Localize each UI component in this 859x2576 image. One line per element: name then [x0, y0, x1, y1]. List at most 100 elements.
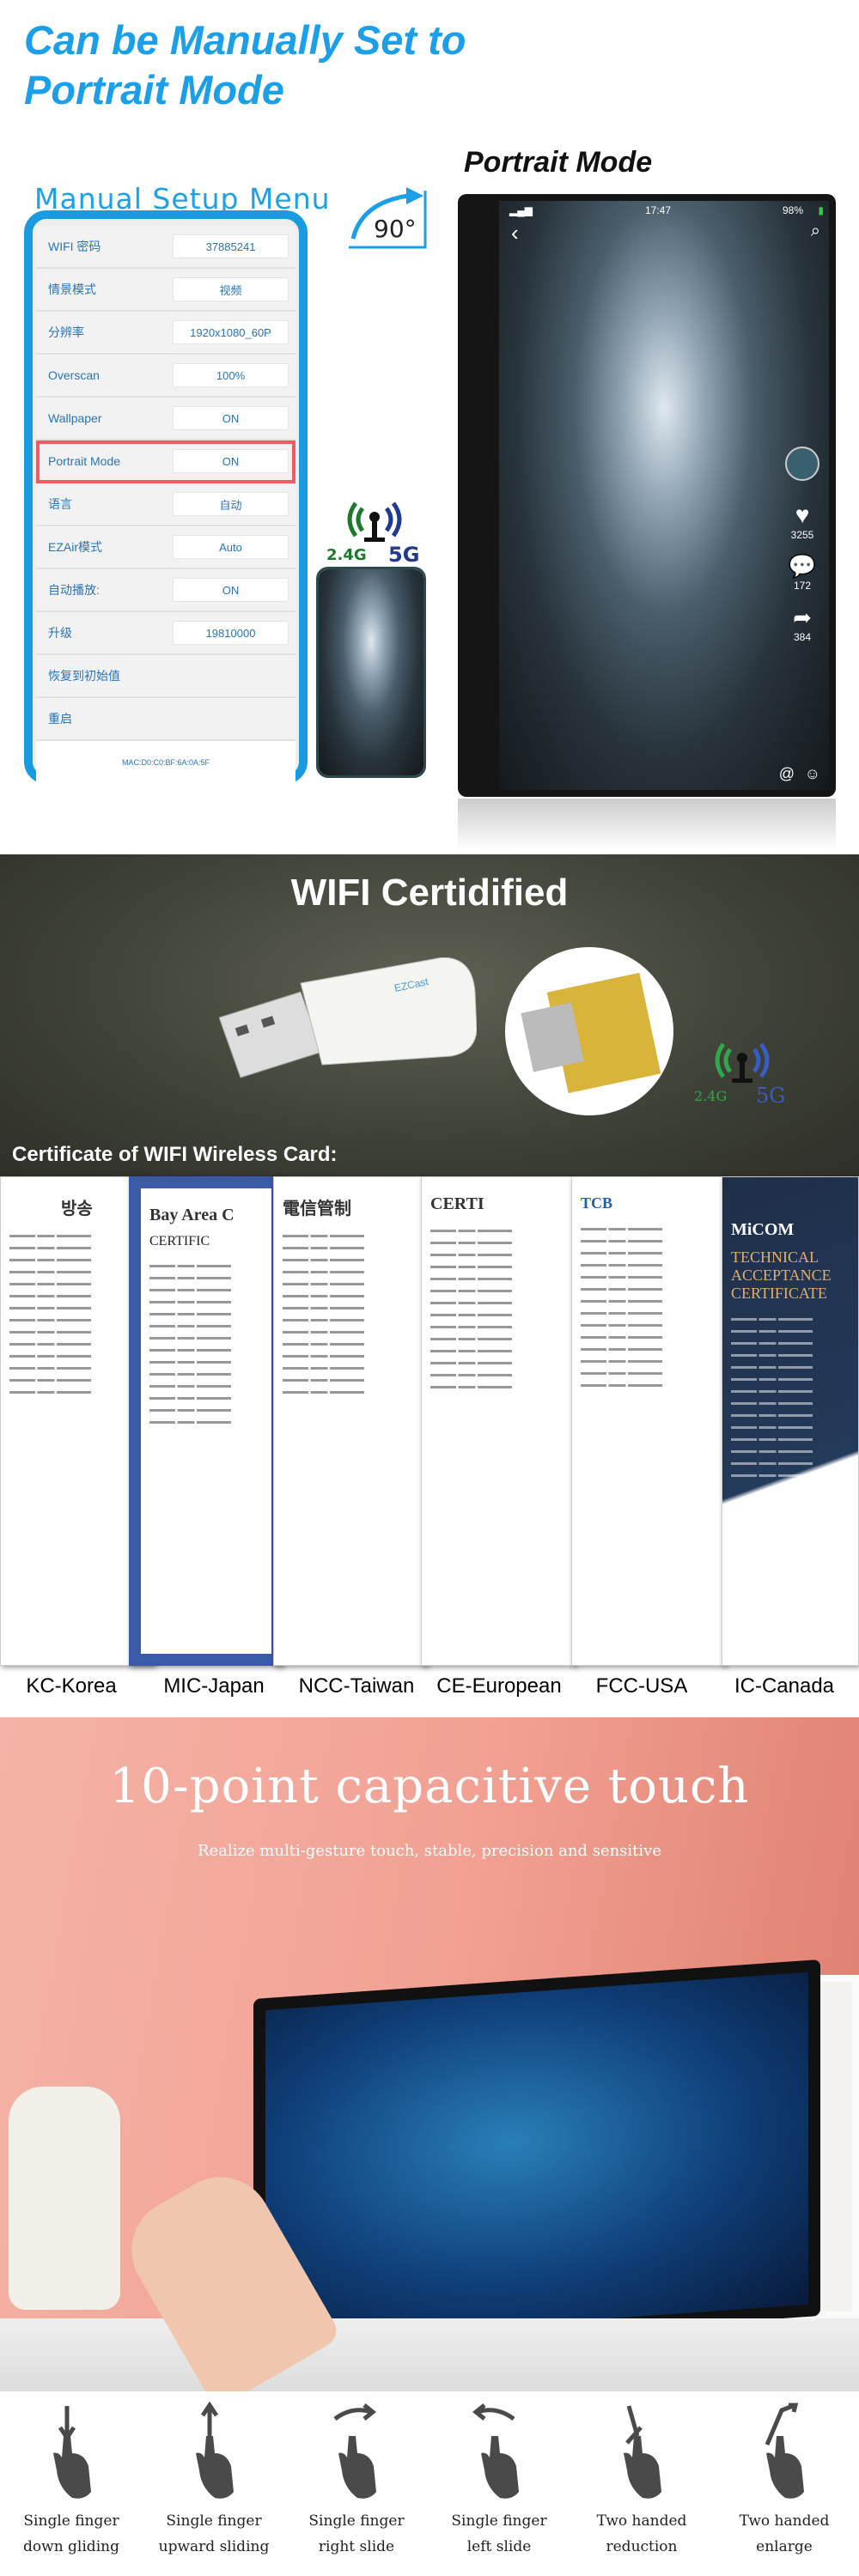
band-2-4g: 2.4G: [694, 1088, 727, 1104]
gesture-line-2: enlarge: [756, 2538, 813, 2555]
certificate-document: 電信管制 ▬▬▬ ▬▬ ▬▬▬▬ ▬▬▬ ▬▬ ▬▬▬▬ ▬▬▬ ▬▬ ▬▬▬▬ ▬▬▬…: [273, 1176, 428, 1666]
certificate-subheader: TECHNICAL ACCEPTANCE CERTIFICATE: [731, 1249, 832, 1302]
certificate-subheader: CERTIFIC: [149, 1234, 210, 1249]
menu-row-value[interactable]: 自动: [173, 492, 289, 516]
menu-row[interactable]: 语言 自动: [36, 483, 295, 526]
touch-monitor: [253, 1959, 820, 2356]
comment-button[interactable]: 💬 172: [781, 553, 824, 592]
certificate-heading: Certificate of WIFI Wireless Card:: [12, 1143, 338, 1166]
smartphone: [316, 567, 426, 778]
gesture-line-1: Single finger: [308, 2512, 405, 2530]
menu-row-value[interactable]: ON: [173, 449, 289, 473]
certificates-strip: 방송 ▬▬▬ ▬▬ ▬▬▬▬ ▬▬▬ ▬▬ ▬▬▬▬ ▬▬▬ ▬▬ ▬▬▬▬ ▬▬▬ ▬…: [0, 1176, 859, 1717]
portable-monitor: ▂▄▆ 17:47 98% ▮ ‹ ⌕ ♥ 3255 💬 172 ➦ 384 @ ☺: [458, 194, 836, 797]
gesture-line-1: Two handed: [596, 2512, 687, 2530]
emoji-icon[interactable]: ☺: [805, 765, 820, 783]
portrait-mode-heading: Portrait Mode: [464, 146, 653, 179]
gesture-line-1: Single finger: [451, 2512, 547, 2530]
menu-row[interactable]: 恢复到初始值: [36, 655, 295, 698]
search-icon[interactable]: ⌕: [811, 222, 820, 241]
menu-row-value[interactable]: ON: [173, 406, 289, 430]
menu-row[interactable]: 升级 19810000: [36, 612, 295, 655]
menu-row[interactable]: Wallpaper ON: [36, 398, 295, 440]
share-count: 384: [793, 631, 812, 643]
certificate-label: KC-Korea: [26, 1674, 117, 1698]
menu-row-value[interactable]: 100%: [173, 363, 289, 387]
portrait-mode-section: Can be Manually Set to Portrait Mode Manu…: [0, 0, 859, 854]
phone-screen: [319, 569, 423, 775]
comment-count: 172: [793, 580, 812, 592]
back-icon[interactable]: ‹: [511, 220, 519, 246]
menu-row-value[interactable]: ON: [173, 578, 289, 602]
menu-row-label: 恢复到初始值: [48, 669, 120, 683]
certificate-label: NCC-Taiwan: [298, 1674, 415, 1698]
gesture-item: Single finger upward sliding: [143, 2391, 285, 2555]
menu-row-label: 自动播放:: [48, 583, 100, 597]
certificate-document: MiCOM TECHNICAL ACCEPTANCE CERTIFICATE ▬▬▬…: [722, 1176, 859, 1666]
mention-icon[interactable]: @: [779, 765, 795, 783]
gesture-item: Single finger down gliding: [0, 2391, 143, 2555]
comment-icon: 💬: [788, 553, 817, 579]
battery-level: 98%: [782, 204, 803, 216]
battery-icon: ▮: [818, 204, 824, 216]
menu-row[interactable]: WIFI 密码 37885241: [36, 226, 295, 269]
menu-row[interactable]: EZAir模式 Auto: [36, 526, 295, 569]
table-surface: [0, 2318, 859, 2391]
signal-icon: ▂▄▆: [509, 204, 533, 216]
gesture-line-2: upward sliding: [158, 2538, 270, 2555]
menu-row-value[interactable]: 37885241: [173, 234, 289, 258]
menu-row[interactable]: 情景模式 视频: [36, 269, 295, 312]
setup-menu-panel: WIFI 密码 37885241 情景模式 视频分辨率 1920x1080_60P Ove…: [24, 210, 308, 784]
monitor-reflection: [458, 799, 836, 850]
vase: [9, 2087, 120, 2310]
section-subtitle: Realize multi-gesture touch, stable, pre…: [198, 1842, 661, 1860]
menu-row[interactable]: Overscan 100%: [36, 355, 295, 398]
monitor-screen: ▂▄▆ 17:47 98% ▮ ‹ ⌕ ♥ 3255 💬 172 ➦ 384 @ ☺: [499, 201, 829, 790]
gesture-line-2: right slide: [318, 2538, 395, 2555]
band-5g: 5G: [388, 543, 419, 567]
certificate-label: MIC-Japan: [163, 1674, 265, 1698]
certificate-label: IC-Canada: [734, 1674, 835, 1698]
like-button[interactable]: ♥ 3255: [781, 501, 824, 541]
certificate-header: Bay Area C: [149, 1206, 235, 1224]
gesture-item: Single finger left slide: [428, 2391, 570, 2555]
certificate-document: Bay Area C CERTIFIC ▬▬▬ ▬▬ ▬▬▬▬ ▬▬▬ ▬▬ ▬▬▬▬…: [129, 1176, 283, 1666]
menu-row-value[interactable]: Auto: [173, 535, 289, 559]
wifi-antenna-icon: 2.4G 5G: [326, 501, 419, 567]
menu-row-label: Overscan: [48, 368, 100, 382]
menu-row-label: Wallpaper: [48, 411, 102, 425]
gesture-item: Two handed reduction: [570, 2391, 713, 2555]
menu-row-label: Portrait Mode: [48, 454, 121, 468]
section-title: WIFI Certidified: [290, 872, 569, 914]
menu-row-label: 分辨率: [48, 325, 84, 339]
gesture-line-1: Single finger: [166, 2512, 262, 2530]
hand-pinch-icon: [624, 2405, 661, 2499]
menu-row-label: EZAir模式: [48, 540, 102, 554]
menu-row[interactable]: 自动播放: ON: [36, 569, 295, 612]
gesture-line-1: Two handed: [739, 2512, 830, 2530]
menu-row-value[interactable]: 视频: [173, 277, 289, 301]
certificate-document: TCB ▬▬▬ ▬▬ ▬▬▬▬ ▬▬▬ ▬▬ ▬▬▬▬ ▬▬▬ ▬▬ ▬▬▬▬ ▬▬▬ …: [571, 1176, 726, 1666]
menu-row[interactable]: Portrait Mode ON: [36, 440, 295, 483]
section-title: Can be Manually Set to Portrait Mode: [24, 15, 466, 115]
touch-section: 10-point capacitive touch Realize multi-…: [0, 1717, 859, 2410]
rotation-label: 90°: [374, 215, 417, 243]
band-5g: 5G: [756, 1084, 785, 1108]
menu-row-label: 重启: [48, 712, 72, 726]
menu-row[interactable]: 重启: [36, 698, 295, 741]
menu-row-value[interactable]: 19810000: [173, 621, 289, 645]
menu-row[interactable]: 分辨率 1920x1080_60P: [36, 312, 295, 355]
menu-row-label: 情景模式: [48, 283, 96, 296]
share-icon: ➦: [793, 605, 812, 630]
hand-spread-icon: [765, 2403, 804, 2499]
share-button[interactable]: ➦ 384: [781, 605, 824, 643]
gestures-section: Single finger down gliding Single finger up…: [0, 2391, 859, 2576]
hand-swipe-left-icon: [472, 2403, 519, 2499]
wifi-module-closeup: [505, 947, 673, 1115]
hand-swipe-right-icon: [333, 2403, 377, 2499]
menu-row-label: 语言: [48, 497, 72, 511]
certificate-header: TCB: [581, 1194, 613, 1212]
menu-row-value[interactable]: 1920x1080_60P: [173, 320, 289, 344]
avatar[interactable]: [781, 447, 824, 481]
certificate-document: CERTI ▬▬▬ ▬▬ ▬▬▬▬ ▬▬▬ ▬▬ ▬▬▬▬ ▬▬▬ ▬▬ ▬▬▬▬ ▬▬…: [421, 1176, 576, 1666]
